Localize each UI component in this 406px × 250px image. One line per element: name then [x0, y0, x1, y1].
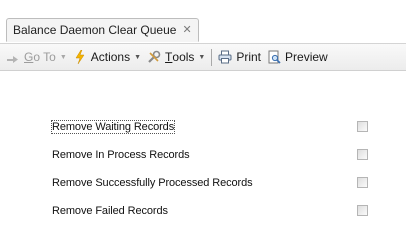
balance-daemon-clear-queue-window: Balance Daemon Clear Queue ✕ Go To ▼ Act… [0, 0, 406, 250]
option-label: Remove In Process Records [52, 149, 190, 161]
remove-successfully-processed-records-checkbox[interactable] [357, 177, 368, 188]
remove-waiting-records-checkbox[interactable] [357, 121, 368, 132]
tab-balance-daemon-clear-queue[interactable]: Balance Daemon Clear Queue ✕ [6, 18, 199, 42]
goto-label: o To [33, 50, 56, 64]
print-label: Print [236, 50, 262, 64]
tools-label: ools [172, 50, 195, 64]
lightning-icon [73, 49, 87, 65]
option-remove-failed-records: Remove Failed Records [50, 204, 380, 220]
close-icon[interactable]: ✕ [182, 24, 191, 36]
preview-button[interactable]: Preview [267, 50, 328, 64]
remove-failed-records-checkbox[interactable] [357, 205, 368, 216]
chevron-down-icon: ▼ [59, 53, 67, 61]
printer-icon [218, 50, 232, 64]
toolbar-separator [211, 48, 213, 66]
toolbar: Go To ▼ Actions ▼ Tools ▼ Print Preview [0, 44, 406, 71]
preview-icon [267, 50, 281, 64]
option-remove-in-process-records: Remove In Process Records [50, 148, 380, 164]
option-remove-waiting-records: Remove Waiting Records [50, 120, 380, 136]
tools-label-underline: T [165, 50, 173, 64]
print-button[interactable]: Print [218, 50, 261, 64]
tab-strip: Balance Daemon Clear Queue ✕ [0, 0, 406, 44]
actions-label: Actions [90, 50, 131, 64]
wrench-icon [147, 50, 161, 64]
tab-title: Balance Daemon Clear Queue [13, 23, 177, 37]
tools-button[interactable]: Tools ▼ [147, 50, 205, 64]
goto-button[interactable]: Go To ▼ [6, 50, 67, 64]
preview-label: Preview [285, 50, 328, 64]
option-remove-successfully-processed-records: Remove Successfully Processed Records [50, 176, 380, 192]
option-label: Remove Waiting Records [50, 120, 176, 134]
option-label: Remove Successfully Processed Records [52, 177, 253, 189]
remove-in-process-records-checkbox[interactable] [357, 149, 368, 160]
actions-button[interactable]: Actions ▼ [73, 49, 142, 65]
option-label: Remove Failed Records [52, 205, 168, 217]
chevron-down-icon: ▼ [198, 53, 206, 61]
chevron-down-icon: ▼ [134, 53, 142, 61]
goto-arrow-icon [6, 50, 20, 64]
goto-label-underline: G [24, 50, 34, 64]
